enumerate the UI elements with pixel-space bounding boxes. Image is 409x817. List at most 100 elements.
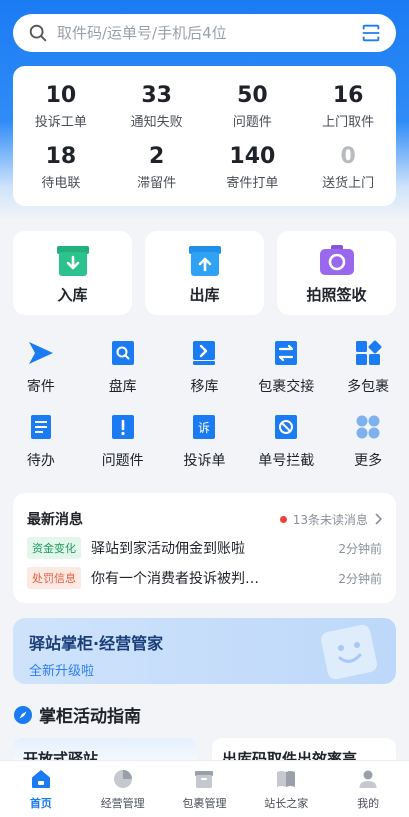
stat-problem-items[interactable]: 50 问题件 [205,76,301,137]
search-bar[interactable] [13,14,396,52]
tab-label: 经营管理 [100,797,145,810]
promo-banner[interactable]: 驿站掌柜·经营管家 全新升级啦 [13,618,396,684]
message-tag: 处罚信息 [27,567,81,589]
home-icon [31,770,50,788]
stat-value: 50 [237,83,268,108]
grid-item-label: 寄件 [26,379,55,395]
inbound-box-icon [56,245,89,276]
grid-item-label: 更多 [354,453,383,469]
grid-item-more[interactable]: 更多 [327,412,409,470]
smiley-box-icon [321,624,377,680]
svg-text:诉: 诉 [198,421,210,435]
stat-notify-failed[interactable]: 33 通知失败 [109,76,205,137]
stat-label: 投诉工单 [34,115,87,130]
grid-item-complaint[interactable]: 诉 投诉单 [164,412,246,470]
scan-icon[interactable] [360,22,382,44]
tab-mine[interactable]: 我的 [327,761,409,817]
grid-item-label: 盘库 [108,379,137,395]
stat-value: 2 [148,144,165,169]
grid-item-handover[interactable]: 包裹交接 [245,338,327,396]
stat-value: 16 [332,83,364,108]
photo-sign-button[interactable]: 拍照签收 [277,231,396,315]
photo-sign-label: 拍照签收 [306,285,367,304]
unread-messages-link[interactable]: 13条未读消息 [279,511,382,528]
stat-value: 18 [45,144,77,169]
camera-icon [319,244,354,275]
stat-value: 0 [340,144,356,169]
message-tag: 资金变化 [27,537,81,559]
tab-home[interactable]: 首页 [0,761,82,817]
primary-actions: 入库 出库 拍照签收 [13,231,396,315]
stat-label: 通知失败 [130,115,183,130]
grid-item-send[interactable]: 寄件 [0,338,82,396]
unread-count: 13条未读消息 [292,512,368,527]
tab-station-home[interactable]: 站长之家 [245,761,327,817]
stat-complaint-orders[interactable]: 10 投诉工单 [13,76,109,137]
guide-section-title: 掌柜活动指南 [13,702,141,727]
problem-icon [111,415,134,439]
grid-item-label: 投诉单 [183,453,226,469]
tab-label: 我的 [357,797,380,810]
search-input[interactable] [57,24,360,42]
message-item[interactable]: 处罚信息 你有一个消费者投诉被判… 2分钟前 [27,567,382,589]
grid-item-todo[interactable]: 待办 [0,412,82,470]
book-icon [277,771,296,787]
inbound-button[interactable]: 入库 [13,231,132,315]
grid-item-label: 待办 [26,453,55,469]
outbound-label: 出库 [189,285,220,304]
stat-home-delivery[interactable]: 0 送货上门 [300,137,396,198]
message-time: 2分钟前 [338,541,382,556]
tab-packages[interactable]: 包裹管理 [164,761,246,817]
more-icon [356,415,380,439]
stat-pending-call[interactable]: 18 待电联 [13,137,109,198]
complaint-icon: 诉 [193,415,216,439]
stat-label: 滞留件 [137,176,177,191]
stat-label: 问题件 [232,115,272,130]
chevron-right-icon [375,513,382,525]
send-icon [28,342,53,364]
search-icon [29,24,47,42]
handover-icon [275,341,298,365]
compass-icon [14,705,32,724]
messages-card[interactable]: 最新消息 13条未读消息 资金变化 驿站到家活动佣金到账啦 2分钟前 处罚信息 … [13,493,396,603]
message-item[interactable]: 资金变化 驿站到家活动佣金到账啦 2分钟前 [27,537,382,559]
stat-door-pickup[interactable]: 16 上门取件 [300,76,396,137]
todo-icon [30,415,51,439]
tab-business[interactable]: 经营管理 [82,761,164,817]
stat-send-print[interactable]: 140 寄件打单 [205,137,301,198]
outbound-button[interactable]: 出库 [145,231,264,315]
stats-panel: 10 投诉工单 33 通知失败 50 问题件 16 上门取件 18 待电联 2 滞留件 14… [13,66,396,206]
message-text: 你有一个消费者投诉被判… [91,571,259,587]
grid-item-inventory[interactable]: 盘库 [82,338,164,396]
stat-label: 上门取件 [322,115,375,130]
message-text: 驿站到家活动佣金到账啦 [91,541,245,557]
move-icon [193,341,216,365]
inventory-icon [111,341,134,365]
grid-item-label: 包裹交接 [258,379,315,395]
unread-dot [279,515,287,523]
multi-package-icon [356,340,382,365]
intercept-icon [275,415,298,439]
function-grid: 寄件 盘库 移库 包裹交接 多包裹 待办 问题件 诉 投诉单 单号拦截 更多 [0,338,409,470]
tab-label: 首页 [29,797,52,810]
pie-chart-icon [113,770,132,788]
guide-title-text: 掌柜活动指南 [39,707,141,727]
stat-label: 寄件打单 [226,176,279,191]
inbound-label: 入库 [57,285,88,304]
grid-item-label: 移库 [190,379,219,395]
grid-item-label: 问题件 [101,453,144,469]
grid-item-intercept[interactable]: 单号拦截 [245,412,327,470]
tab-label: 包裹管理 [182,797,227,810]
grid-item-move[interactable]: 移库 [164,338,246,396]
grid-item-label: 单号拦截 [258,453,315,469]
user-icon [359,770,377,788]
messages-title: 最新消息 [27,512,83,528]
stat-label: 待电联 [41,176,81,191]
grid-item-label: 多包裹 [347,379,390,395]
outbound-box-icon [188,245,221,276]
bottom-tab-bar: 首页 经营管理 包裹管理 站长之家 我的 [0,760,409,817]
grid-item-multi-package[interactable]: 多包裹 [327,338,409,396]
grid-item-problem[interactable]: 问题件 [82,412,164,470]
stat-stranded[interactable]: 2 滞留件 [109,137,205,198]
stat-value: 10 [45,83,77,108]
